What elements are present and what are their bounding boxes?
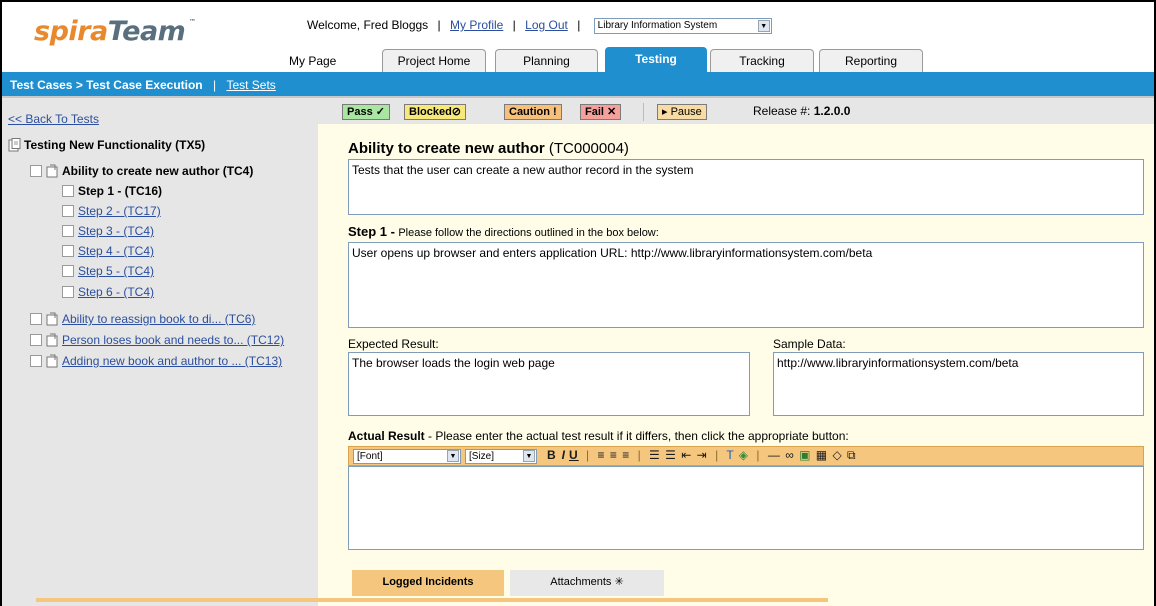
formatting-buttons: BIU | ≡ ≡ ≡ | ☰ ☰ ⇤ ⇥ | T ◈ | — ∞ ▣ ▦ ◇ … (547, 448, 857, 462)
chevron-down-icon[interactable]: ▼ (757, 20, 770, 32)
checkbox[interactable] (30, 334, 42, 346)
tree-item-step-4[interactable]: Step 4 - (TC4) (62, 244, 154, 258)
test-case-icon (46, 354, 58, 368)
size-select[interactable]: [Size] ▼ (465, 449, 537, 464)
breadcrumb-current: Test Cases > Test Case Execution (10, 78, 203, 92)
tab-logged-incidents[interactable]: Logged Incidents (352, 570, 504, 596)
text-color-icon[interactable]: T (726, 448, 734, 462)
checkbox[interactable] (30, 313, 42, 325)
release-info: Release #: 1.2.0.0 (753, 104, 851, 118)
test-case-icon (46, 312, 58, 326)
page-title: Ability to create new author (TC000004) (348, 140, 629, 157)
test-execution-panel: Ability to create new author (TC000004) … (318, 124, 1154, 606)
fail-button[interactable]: Fail ✕ (580, 104, 622, 120)
release-number: 1.2.0.0 (813, 104, 851, 118)
execution-toolbar: Pass ✓ Blocked⊘ Caution ! Fail ✕ ▸ Pause… (318, 98, 1154, 124)
test-set-node[interactable]: Testing New Functionality (TX5) (8, 138, 205, 152)
welcome-bar: Welcome, Fred Bloggs | My Profile | Log … (307, 18, 772, 34)
underline-icon[interactable]: U (569, 448, 579, 462)
actual-result-heading: Actual Result - Please enter the actual … (348, 429, 849, 443)
tree-item-step-5[interactable]: Step 5 - (TC4) (62, 264, 154, 278)
tree-item-step-2[interactable]: Step 2 - (TC17) (62, 204, 161, 218)
tree-item-tc6[interactable]: Ability to reassign book to di... (TC6) (30, 312, 255, 326)
test-sets-link[interactable]: Test Sets (226, 78, 275, 92)
indent-icon[interactable]: ⇥ (697, 448, 708, 462)
ordered-list-icon[interactable]: ☰ (649, 448, 661, 462)
spirateam-logo[interactable]: spiraTeam ™ (34, 16, 196, 47)
checkbox[interactable] (30, 165, 42, 177)
my-profile-link[interactable]: My Profile (450, 18, 503, 32)
checkbox[interactable] (62, 225, 74, 237)
bold-icon[interactable]: B (547, 448, 557, 462)
rich-text-toolbar: [Font] ▼ [Size] ▼ BIU | ≡ ≡ ≡ | ☰ ☰ ⇤ ⇥ … (348, 446, 1144, 466)
pass-button[interactable]: Pass ✓ (342, 104, 390, 120)
tab-reporting[interactable]: Reporting (819, 49, 923, 72)
my-page-label[interactable]: My Page (289, 54, 336, 68)
project-select[interactable]: Library Information System ▼ (593, 18, 772, 34)
log-out-link[interactable]: Log Out (525, 18, 568, 32)
chevron-down-icon[interactable]: ▼ (523, 450, 535, 462)
step-heading: Step 1 - Please follow the directions ou… (348, 224, 659, 239)
tab-attachments[interactable]: Attachments ✳ (510, 570, 664, 596)
checkbox[interactable] (62, 245, 74, 257)
align-center-icon[interactable]: ≡ (610, 448, 618, 462)
tree-item-tc4[interactable]: Ability to create new author (TC4) (30, 164, 253, 178)
bullet-list-icon[interactable]: ☰ (665, 448, 677, 462)
pause-button[interactable]: ▸ Pause (657, 104, 707, 120)
fullscreen-icon[interactable]: ⧉ (847, 448, 857, 462)
tree-item-step-1[interactable]: Step 1 - (TC16) (62, 184, 162, 198)
font-select[interactable]: [Font] ▼ (353, 449, 461, 464)
align-right-icon[interactable]: ≡ (622, 448, 630, 462)
sample-data: http://www.libraryinformationsystem.com/… (773, 352, 1144, 416)
tab-project-home[interactable]: Project Home (382, 49, 486, 72)
test-set-icon (8, 138, 21, 152)
sample-data-label: Sample Data: (773, 337, 846, 351)
checkbox[interactable] (62, 265, 74, 277)
step-description: User opens up browser and enters applica… (348, 242, 1144, 328)
link-icon[interactable]: ∞ (785, 448, 795, 462)
back-to-tests-link[interactable]: << Back To Tests (8, 112, 99, 126)
source-code-icon[interactable]: ◇ (832, 448, 842, 462)
checkbox[interactable] (62, 286, 74, 298)
italic-icon[interactable]: I (562, 448, 566, 462)
app-window: spiraTeam ™ Welcome, Fred Bloggs | My Pr… (0, 0, 1156, 606)
checkbox[interactable] (30, 355, 42, 367)
test-case-icon (46, 164, 58, 178)
test-case-icon (46, 333, 58, 347)
tree-item-step-3[interactable]: Step 3 - (TC4) (62, 224, 154, 238)
caution-button[interactable]: Caution ! (504, 104, 562, 120)
image-icon[interactable]: ▣ (799, 448, 811, 462)
checkbox[interactable] (62, 185, 74, 197)
align-left-icon[interactable]: ≡ (598, 448, 606, 462)
horizontal-rule-icon[interactable]: — (768, 448, 781, 462)
table-icon[interactable]: ▦ (816, 448, 828, 462)
actual-result-editor[interactable] (348, 466, 1144, 550)
tree-item-tc12[interactable]: Person loses book and needs to... (TC12) (30, 333, 284, 347)
test-case-description: Tests that the user can create a new aut… (348, 159, 1144, 215)
blocked-button[interactable]: Blocked⊘ (404, 104, 467, 120)
bottom-tab-underline (36, 598, 828, 602)
breadcrumb: Test Cases > Test Case Execution | Test … (10, 78, 276, 92)
tree-item-step-6[interactable]: Step 6 - (TC4) (62, 285, 154, 299)
expected-result-label: Expected Result: (348, 337, 439, 351)
expected-result: The browser loads the login web page (348, 352, 750, 416)
tab-testing[interactable]: Testing (605, 47, 707, 72)
tab-planning[interactable]: Planning (495, 49, 598, 72)
chevron-down-icon[interactable]: ▼ (447, 450, 459, 462)
tree-item-tc13[interactable]: Adding new book and author to ... (TC13) (30, 354, 282, 368)
outdent-icon[interactable]: ⇤ (681, 448, 692, 462)
welcome-text: Welcome, Fred Bloggs (307, 18, 429, 33)
sidebar: << Back To Tests Testing New Functionali… (2, 98, 318, 606)
toolbar-separator (643, 103, 644, 121)
tab-tracking[interactable]: Tracking (710, 49, 814, 72)
highlight-icon[interactable]: ◈ (739, 448, 749, 462)
checkbox[interactable] (62, 205, 74, 217)
